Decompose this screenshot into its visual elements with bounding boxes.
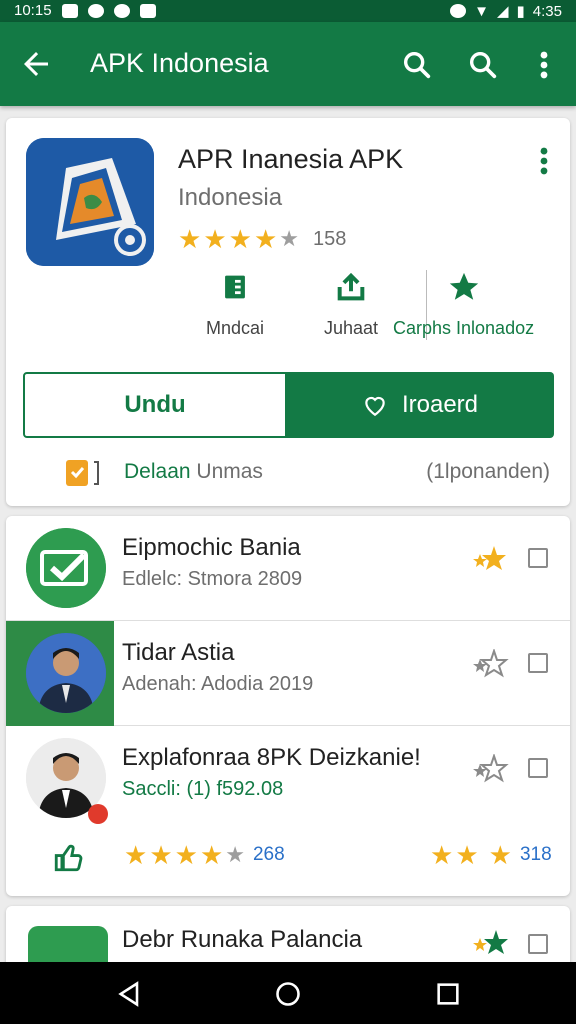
alarm-icon (450, 4, 467, 18)
heart-icon (365, 396, 385, 417)
related-apps-list: Eipmochic Bania Edlelc: Stmora 2809 Tida… (6, 516, 570, 896)
list-item-checkbox[interactable] (528, 548, 548, 568)
list-item-subtitle: Edlelc: Stmora 2809 (122, 568, 303, 590)
ratings-summary-row: ★ ★ ★ ★ ★ 268 ★ ★ ★ 318 (6, 832, 570, 886)
star-empty-icon: ★ (225, 842, 245, 867)
list-item-subtitle: Saccli: (1) f592.08 (122, 778, 284, 800)
app-bar: APK Indonesia (0, 22, 576, 106)
star-filled-icon: ★ (174, 840, 198, 870)
wifi-icon: ▼ (474, 2, 489, 20)
app-name: APR Inanesia APK (178, 144, 404, 174)
bookmark-icon (66, 460, 99, 486)
notification-icon (61, 3, 78, 18)
action-favorite[interactable]: Carphs Inlonadoz (393, 270, 534, 339)
list-item-title: Explafonraa 8PK Deizkanie! (122, 744, 421, 771)
list-item-icon (26, 528, 106, 608)
list-item-title: Eipmochic Bania (122, 534, 301, 561)
wishlist-button-label: Iroaerd (401, 391, 479, 418)
share-icon (337, 272, 365, 301)
app-overflow-menu-icon[interactable] (534, 144, 554, 178)
app-logo-icon (26, 138, 154, 266)
star-icon (449, 272, 478, 300)
rating-star-icon[interactable] (472, 649, 512, 679)
status-time-right: 4:35 (532, 2, 562, 20)
nav-recents-icon[interactable] (434, 980, 462, 1008)
download-button[interactable]: Undu (23, 372, 287, 438)
battery-icon: ▮ (516, 3, 525, 20)
app-details-card: APR Inanesia APK Indonesia ★ ★ ★ ★ ★ 158… (6, 118, 570, 506)
action-favorite-label: Carphs Inlonadoz (393, 318, 535, 338)
thumbs-up-icon[interactable] (52, 840, 86, 874)
list-item-title: Debr Runaka Palancia (122, 926, 363, 953)
star-filled-icon: ★ (253, 224, 278, 254)
more-info-suffix: Unmas (196, 460, 263, 483)
back-arrow-icon[interactable] (18, 46, 54, 82)
nav-back-icon[interactable] (116, 980, 144, 1008)
app-rating: ★ ★ ★ ★ ★ 158 (178, 226, 346, 252)
list-item[interactable]: Tidar Astia Adenah: Adodia 2019 (6, 621, 570, 726)
star-filled-icon: ★ (488, 840, 512, 870)
star-filled-icon: ★ (124, 840, 148, 870)
more-info-link[interactable]: Delaan Unmas (124, 460, 263, 484)
action-share-label: Juhaat (324, 318, 379, 338)
list-item-subtitle: Adenah: Adodia 2019 (122, 673, 314, 695)
star-filled-icon: ★ (199, 840, 224, 870)
app-developer[interactable]: Indonesia (178, 184, 282, 212)
star-filled-icon: ★ (455, 840, 479, 870)
list-item-checkbox[interactable] (528, 934, 548, 954)
checkbox-app-icon (26, 528, 106, 608)
star-filled-icon: ★ (430, 840, 454, 870)
star-filled-icon: ★ (149, 840, 173, 870)
rating-stars-left: ★ ★ ★ ★ ★ 268 (124, 842, 285, 868)
list-item-checkbox[interactable] (528, 653, 548, 673)
download-icon (225, 275, 245, 299)
rating-star-icon[interactable] (472, 928, 512, 958)
rating-count-left: 268 (252, 844, 285, 865)
search-icon[interactable] (466, 48, 500, 82)
star-filled-icon: ★ (228, 224, 252, 254)
nav-home-icon[interactable] (274, 980, 302, 1008)
wishlist-button[interactable]: Iroaerd (286, 372, 554, 438)
status-time-left: 10:15 (14, 2, 52, 19)
list-item[interactable]: Eipmochic Bania Edlelc: Stmora 2809 (6, 516, 570, 621)
more-info-label: Delaan (124, 460, 191, 483)
list-item-avatar (26, 633, 106, 713)
person-avatar-icon (26, 633, 106, 713)
notification-icon (139, 3, 156, 18)
badge-dot (88, 804, 108, 824)
search-icon[interactable] (400, 48, 434, 82)
notification-icon (113, 3, 130, 18)
rating-count-right: 318 (519, 844, 552, 865)
notification-icon (87, 3, 104, 18)
signal-icon: ◢ (496, 3, 509, 20)
rating-stars-right: ★ ★ ★ 318 (430, 842, 552, 868)
system-navigation-bar (0, 962, 576, 1024)
star-filled-icon: ★ (178, 224, 202, 254)
action-download[interactable]: Mndcai (206, 270, 264, 339)
overflow-menu-icon[interactable] (532, 48, 556, 82)
status-bar: 10:15 ▼ ◢ ▮ 4:35 (0, 0, 576, 22)
action-share[interactable]: Juhaat (324, 270, 378, 339)
star-empty-icon: ★ (279, 226, 299, 251)
rating-star-icon[interactable] (472, 754, 512, 784)
list-item[interactable]: Explafonraa 8PK Deizkanie! Saccli: (1) f… (6, 726, 570, 831)
star-filled-icon: ★ (203, 224, 227, 254)
rating-count: 158 (312, 227, 347, 250)
action-download-label: Mndcai (206, 318, 265, 338)
rating-star-icon[interactable] (472, 544, 512, 574)
app-bar-title: APK Indonesia (90, 48, 269, 78)
footer-note: (1lponanden) (426, 460, 550, 483)
app-icon[interactable] (26, 138, 154, 266)
list-item-title: Tidar Astia (122, 639, 235, 666)
list-item-checkbox[interactable] (528, 758, 548, 778)
